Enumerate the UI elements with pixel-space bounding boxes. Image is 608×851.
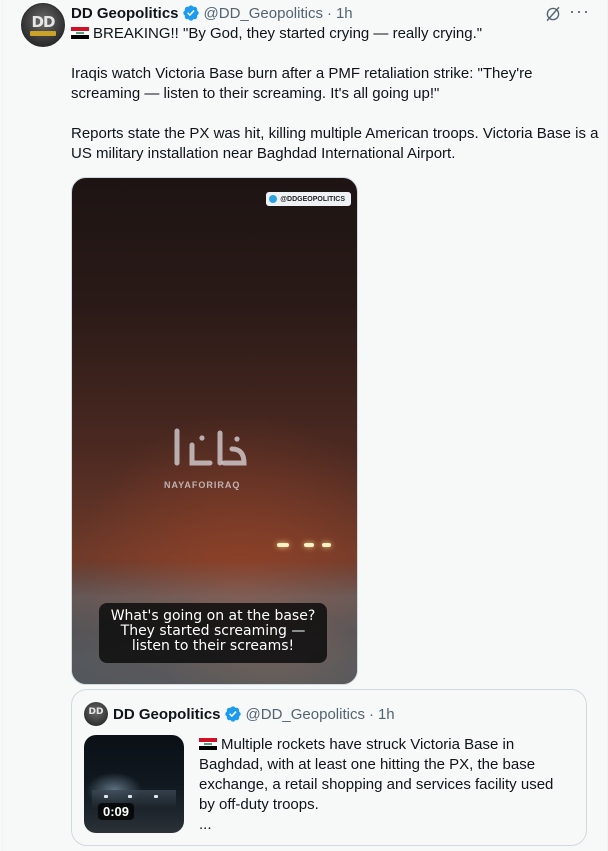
watermark-handle: @DDGEOPOLITICS <box>280 195 345 203</box>
video-light <box>304 543 314 547</box>
video-caption: What's going on at the base? They starte… <box>99 603 327 663</box>
quote-author-avatar[interactable]: DD <box>84 702 108 726</box>
naya-logo <box>174 428 247 466</box>
quote-video-thumbnail[interactable]: 0:09 <box>84 735 184 833</box>
author-handle[interactable]: @DD_Geopolitics <box>204 5 323 22</box>
quote-time[interactable]: 1h <box>378 706 395 723</box>
video-media[interactable]: @DDGEOPOLITICS NAYAFORIRAQ What's going … <box>71 177 358 685</box>
caption-line: What's going on at the base? <box>110 608 316 624</box>
quote-avatar-monogram: DD <box>88 707 104 717</box>
caption-line: listen to their screams! <box>131 638 295 654</box>
quote-body: Multiple rockets have struck Victoria Ba… <box>199 736 554 813</box>
video-light <box>322 543 331 547</box>
more-icon[interactable]: ··· <box>569 2 589 24</box>
avatar-band <box>30 31 56 36</box>
thumbnail-light <box>104 795 108 798</box>
watermark-badge: @DDGEOPOLITICS <box>266 192 351 206</box>
avatar-monogram: DD <box>31 13 56 31</box>
telegram-icon <box>269 195 278 203</box>
naya-watermark-text: NAYAFORIRAQ <box>164 480 241 490</box>
quote-text: Multiple rockets have struck Victoria Ba… <box>199 735 569 835</box>
video-duration-badge: 0:09 <box>98 803 135 820</box>
verified-badge-icon <box>182 5 199 21</box>
thumbnail-light <box>128 795 132 798</box>
tweet-container: DD DD Geopolitics @DD_Geopolitics · 1h ·… <box>2 0 608 851</box>
post-time[interactable]: 1h <box>336 5 353 22</box>
quoted-tweet[interactable]: DD DD Geopolitics @DD_Geopolitics · 1h 0… <box>71 689 587 846</box>
author-name[interactable]: DD Geopolitics <box>71 5 179 22</box>
separator-dot: · <box>326 4 332 22</box>
tweet-text-line1: BREAKING!! "By God, they started crying … <box>71 24 601 44</box>
caption-line: They started screaming — <box>120 623 306 639</box>
video-light <box>277 543 289 547</box>
iraq-flag-icon <box>199 738 217 750</box>
author-avatar[interactable]: DD <box>21 3 65 47</box>
tweet-text-line2: Iraqis watch Victoria Base burn after a … <box>71 65 533 102</box>
quote-ellipsis: ... <box>199 816 212 833</box>
grok-icon[interactable] <box>544 5 562 23</box>
verified-badge-icon <box>224 706 241 722</box>
separator-dot: · <box>368 705 374 723</box>
quote-header: DD Geopolitics @DD_Geopolitics · 1h <box>113 704 395 724</box>
quote-author-name[interactable]: DD Geopolitics <box>113 706 221 723</box>
iraq-flag-icon <box>71 27 89 39</box>
tweet-header: DD Geopolitics @DD_Geopolitics · 1h <box>71 3 353 23</box>
tweet-text-line3: Reports state the PX was hit, killing mu… <box>71 125 599 162</box>
thumbnail-light <box>154 795 158 798</box>
tweet-text-breaking: BREAKING!! "By God, they started crying … <box>93 25 483 42</box>
quote-author-handle[interactable]: @DD_Geopolitics <box>246 706 365 723</box>
